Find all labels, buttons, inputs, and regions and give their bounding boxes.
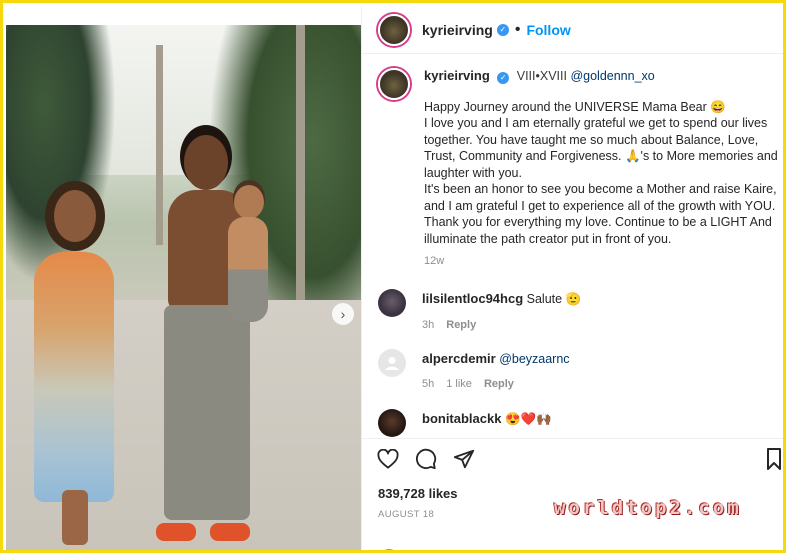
share-icon[interactable]	[452, 447, 476, 471]
default-user-icon	[385, 357, 399, 370]
caption-tagline: VIII•XVIII	[516, 69, 567, 83]
avatar[interactable]	[378, 349, 406, 377]
avatar[interactable]	[378, 409, 406, 437]
avatar[interactable]	[378, 13, 410, 46]
header-username[interactable]: kyrieirving	[422, 22, 493, 38]
avatar	[378, 549, 400, 550]
reply-button[interactable]: Reply	[484, 378, 514, 390]
post-header: kyrieirving ✓ • Follow	[362, 6, 783, 54]
heart-icon[interactable]	[376, 447, 400, 471]
verified-icon: ✓	[497, 72, 510, 85]
photo-woman	[24, 190, 124, 545]
avatar[interactable]	[378, 68, 410, 100]
post-caption: kyrieirving ✓ VIII•XVIII @goldennn_xo Ha…	[378, 68, 778, 270]
bookmark-icon[interactable]	[762, 447, 783, 471]
comment-time[interactable]: 5h	[422, 378, 434, 390]
caption-username[interactable]: kyrieirving	[424, 68, 490, 83]
avatar[interactable]	[378, 289, 406, 317]
reply-button[interactable]: Reply	[446, 319, 476, 331]
comment-username[interactable]: bonitablackk	[422, 411, 501, 426]
post-panel: kyrieirving ✓ • Follow kyrieirving ✓ VII…	[361, 6, 783, 550]
comment-icon[interactable]	[414, 447, 438, 471]
header-separator: •	[514, 20, 521, 38]
caption-text: Happy Journey around the UNIVERSE Mama B…	[424, 99, 778, 246]
comment-username[interactable]: alpercdemir	[422, 351, 496, 366]
screenshot-frame: › kyrieirving ✓ • Follow kyrieirving ✓ V…	[0, 0, 786, 553]
comment-text: 😍❤️🙌🏾	[504, 412, 552, 426]
follow-button[interactable]: Follow	[526, 22, 570, 38]
comment-item: alpercdemir @beyzaarnc 5h 1 like Reply	[378, 349, 778, 390]
comment-item: bonitablackk 😍❤️🙌🏾	[378, 409, 778, 437]
post-photo[interactable]: ›	[6, 25, 361, 550]
comment-text: Salute 🫡	[526, 292, 582, 306]
post-actions	[362, 438, 783, 478]
caption-mention[interactable]: @goldennn_xo	[570, 69, 654, 83]
chevron-right-icon[interactable]: ›	[332, 303, 354, 325]
post-date[interactable]: AUGUST 18	[378, 509, 434, 520]
photo-baby	[224, 185, 272, 325]
comment-mention[interactable]: @beyzaarnc	[499, 352, 569, 366]
comment-item: lilsilentloc94hcg Salute 🫡 3h Reply	[378, 289, 778, 331]
verified-icon: ✓	[496, 23, 509, 36]
watermark: worldtop2.com	[554, 497, 742, 519]
photo-palm-trunk	[296, 25, 305, 345]
comment-time[interactable]: 3h	[422, 319, 434, 331]
likes-count[interactable]: 839,728 likes	[378, 486, 458, 501]
caption-time[interactable]: 12w	[424, 253, 778, 270]
comment-likes[interactable]: 1 like	[446, 378, 472, 390]
comment-username[interactable]: lilsilentloc94hcg	[422, 291, 523, 306]
